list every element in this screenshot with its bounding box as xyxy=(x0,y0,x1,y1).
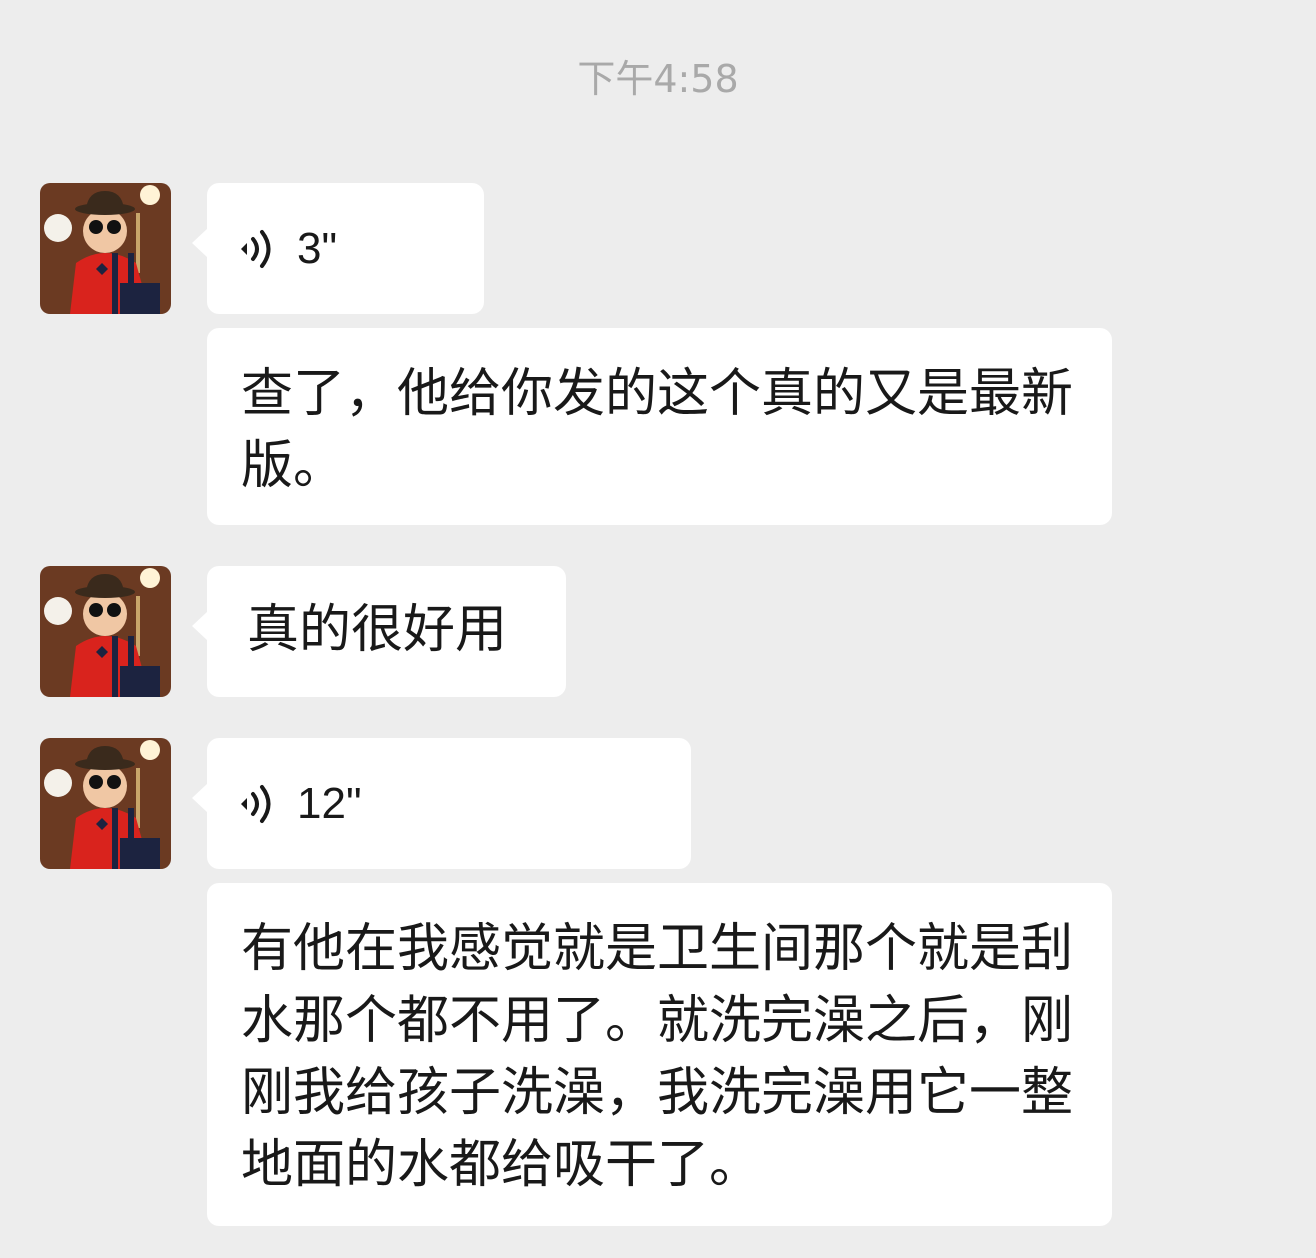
contact-avatar[interactable] xyxy=(40,183,171,314)
message-text: 查了，他给你发的这个真的又是最新版。 xyxy=(241,364,1074,496)
voice-play-icon xyxy=(241,784,271,823)
voice-duration: 3" xyxy=(297,223,338,273)
voice-play-icon xyxy=(241,229,271,268)
message-text: 有他在我感觉就是卫生间那个就是刮水那个都不用了。就洗完澡之后，刚刚我给孩子洗澡，… xyxy=(241,919,1074,1195)
message-timestamp: 下午4:58 xyxy=(577,57,739,101)
contact-avatar[interactable] xyxy=(40,566,171,697)
message-text: 真的很好用 xyxy=(247,600,508,660)
text-message-bubble[interactable]: 有他在我感觉就是卫生间那个就是刮水那个都不用了。就洗完澡之后，刚刚我给孩子洗澡，… xyxy=(207,883,1112,1226)
voice-duration: 12" xyxy=(297,778,362,828)
voice-message-bubble[interactable]: 3" xyxy=(192,183,484,314)
text-message-bubble[interactable]: 查了，他给你发的这个真的又是最新版。 xyxy=(207,328,1112,525)
contact-avatar[interactable] xyxy=(40,738,171,869)
text-message-bubble[interactable]: 真的很好用 xyxy=(192,566,566,697)
voice-message-bubble[interactable]: 12" xyxy=(192,738,691,869)
